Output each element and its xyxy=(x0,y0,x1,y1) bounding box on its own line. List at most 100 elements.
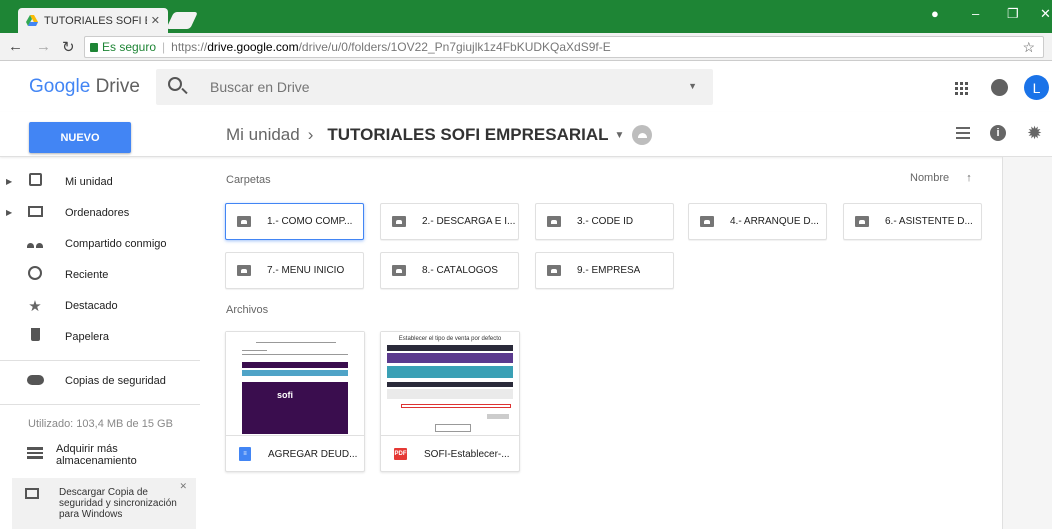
backup-download-banner[interactable]: Descargar Copia de seguridad y sincroniz… xyxy=(12,478,196,529)
address-bar[interactable]: Es seguro | https://drive.google.com/dri… xyxy=(84,36,1044,58)
url-host: drive.google.com xyxy=(207,40,299,54)
computer-icon xyxy=(27,206,43,217)
folder-item[interactable]: 3.- CODE ID xyxy=(535,203,674,240)
apps-grid-icon[interactable] xyxy=(955,82,968,95)
trash-icon xyxy=(30,328,40,341)
shared-folder-icon xyxy=(700,216,714,227)
folder-item[interactable]: 7.- MENU INICIO xyxy=(225,252,364,289)
file-meta: ≡ AGREGAR DEUD... xyxy=(226,437,364,471)
lock-icon xyxy=(90,42,98,52)
main-content: Carpetas Nombre ↑ 1.- COMO COMP... 2.- D… xyxy=(200,157,1002,529)
more-storage-link[interactable]: Adquirir más almacenamiento xyxy=(0,439,200,470)
sidebar-divider xyxy=(0,360,200,361)
side-panel-strip xyxy=(1002,157,1052,529)
file-meta: PDF SOFI-Establecer-... xyxy=(381,437,519,471)
browser-tab[interactable]: TUTORIALES SOFI EMPRE ✕ xyxy=(18,8,168,33)
breadcrumb: Mi unidad › TUTORIALES SOFI EMPRESARIAL … xyxy=(226,125,653,145)
sidebar: ▶ Mi unidad ▶ Ordenadores Compartido con… xyxy=(0,157,200,529)
sidebar-item-copias[interactable]: Copias de seguridad xyxy=(0,365,200,396)
computer-icon xyxy=(25,488,39,499)
file-name: AGREGAR DEUD... xyxy=(268,448,358,460)
shared-folder-icon[interactable] xyxy=(632,125,653,145)
google-drive-logo[interactable]: Google Drive xyxy=(29,76,140,98)
file-thumbnail: sofi xyxy=(226,332,364,436)
search-box[interactable]: ▼ xyxy=(156,69,713,105)
gear-icon[interactable]: ✹ xyxy=(1027,123,1042,144)
sort-ascending-icon[interactable]: ↑ xyxy=(966,172,972,184)
shared-folder-icon xyxy=(237,216,251,227)
profile-icon[interactable]: ● xyxy=(931,6,939,21)
breadcrumb-current[interactable]: TUTORIALES SOFI EMPRESARIAL xyxy=(327,125,608,145)
file-item[interactable]: Establecer el tipo de venta por defecto … xyxy=(380,331,520,472)
new-button[interactable]: NUEVO xyxy=(29,122,131,153)
shared-folder-icon xyxy=(855,216,869,227)
folder-item[interactable]: 8.- CATÁLOGOS xyxy=(380,252,519,289)
star-icon: ★ xyxy=(28,297,42,315)
browser-titlebar: TUTORIALES SOFI EMPRE ✕ ● – ❐ ✕ xyxy=(0,0,1052,33)
google-doc-icon: ≡ xyxy=(239,447,251,461)
folder-item[interactable]: 9.- EMPRESA xyxy=(535,252,674,289)
folder-item[interactable]: 4.- ARRANQUE D... xyxy=(688,203,827,240)
search-options-dropdown-icon[interactable]: ▼ xyxy=(688,81,697,91)
drive-subheader: NUEVO Mi unidad › TUTORIALES SOFI EMPRES… xyxy=(0,112,1052,157)
back-icon[interactable]: ← xyxy=(8,38,23,55)
info-icon[interactable]: i xyxy=(990,125,1006,141)
preview-title: Establecer el tipo de venta por defecto xyxy=(398,336,502,342)
storage-icon xyxy=(27,447,43,459)
tab-title: TUTORIALES SOFI EMPRE xyxy=(44,14,147,27)
search-input[interactable] xyxy=(210,78,630,96)
shared-folder-icon xyxy=(392,216,406,227)
reload-icon[interactable]: ↻ xyxy=(62,38,75,56)
breadcrumb-separator-icon: › xyxy=(307,125,314,144)
notifications-icon[interactable] xyxy=(991,79,1008,96)
new-tab-button[interactable] xyxy=(166,12,198,29)
preview-banner: sofi xyxy=(242,382,348,434)
sidebar-divider xyxy=(0,404,200,405)
sidebar-item-destacado[interactable]: ★ Destacado xyxy=(0,290,200,321)
avatar[interactable]: L xyxy=(1024,75,1049,100)
file-item[interactable]: sofi ≡ AGREGAR DEUD... xyxy=(225,331,365,472)
files-section-title: Archivos xyxy=(226,304,269,316)
browser-toolbar: ← → ↻ Es seguro | https://drive.google.c… xyxy=(0,33,1052,61)
sidebar-item-papelera[interactable]: Papelera xyxy=(0,321,200,352)
file-name: SOFI-Establecer-... xyxy=(424,448,510,460)
cloud-icon xyxy=(26,375,44,385)
folder-menu-caret-icon[interactable]: ▼ xyxy=(615,130,625,141)
forward-icon[interactable]: → xyxy=(36,38,51,55)
list-view-icon[interactable] xyxy=(956,127,970,139)
close-icon[interactable]: ✕ xyxy=(179,481,187,492)
bookmark-star-icon[interactable]: ☆ xyxy=(1022,39,1035,56)
folder-item[interactable]: 6.- ASISTENTE D... xyxy=(843,203,982,240)
shared-folder-icon xyxy=(547,216,561,227)
restore-icon[interactable]: ❐ xyxy=(1007,6,1019,22)
breadcrumb-root[interactable]: Mi unidad xyxy=(226,125,300,145)
storage-usage: Utilizado: 103,4 MB de 15 GB xyxy=(28,418,173,430)
minimize-icon[interactable]: – xyxy=(972,6,979,21)
drive-icon xyxy=(28,173,42,186)
shared-folder-icon xyxy=(547,265,561,276)
pdf-icon: PDF xyxy=(394,448,407,460)
tab-close-icon[interactable]: ✕ xyxy=(151,14,160,27)
banner-text: Descargar Copia de seguridad y sincroniz… xyxy=(59,487,177,520)
shared-folder-icon xyxy=(392,265,406,276)
sidebar-item-reciente[interactable]: Reciente xyxy=(0,259,200,290)
file-thumbnail: Establecer el tipo de venta por defecto xyxy=(381,332,519,436)
close-window-icon[interactable]: ✕ xyxy=(1040,6,1051,22)
shared-folder-icon xyxy=(237,265,251,276)
folder-item[interactable]: 2.- DESCARGA E I... xyxy=(380,203,519,240)
folder-item[interactable]: 1.- COMO COMP... xyxy=(225,203,364,240)
drive-header: Google Drive ▼ L xyxy=(0,62,1052,112)
sort-control[interactable]: Nombre ↑ xyxy=(910,172,972,184)
expand-arrow-icon[interactable]: ▶ xyxy=(6,177,12,186)
url-scheme: https:// xyxy=(171,40,208,54)
url-path: /drive/u/0/folders/1OV22_Pn7giujlk1z4FbK… xyxy=(298,40,611,54)
search-icon[interactable] xyxy=(168,77,182,91)
expand-arrow-icon[interactable]: ▶ xyxy=(6,208,12,217)
sidebar-item-ordenadores[interactable]: ▶ Ordenadores xyxy=(0,197,200,228)
sidebar-item-mi-unidad[interactable]: ▶ Mi unidad xyxy=(0,166,200,197)
people-icon xyxy=(27,240,43,248)
google-drive-favicon-icon xyxy=(26,15,38,26)
sidebar-item-compartido[interactable]: Compartido conmigo xyxy=(0,228,200,259)
clock-icon xyxy=(28,265,42,280)
secure-indicator[interactable]: Es seguro xyxy=(90,40,156,54)
